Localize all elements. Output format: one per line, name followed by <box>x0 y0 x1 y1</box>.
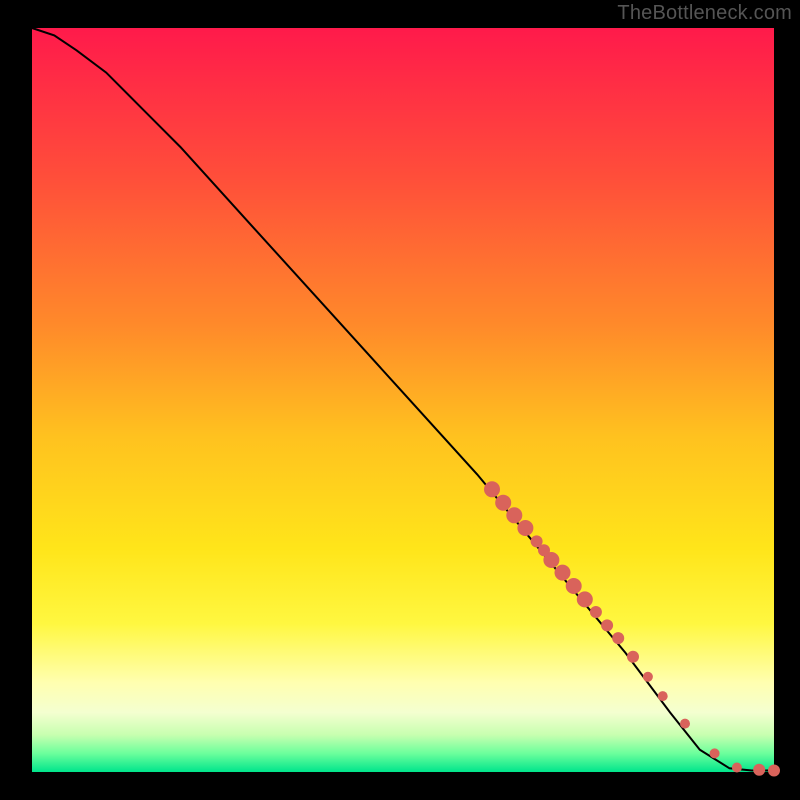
chart-svg <box>0 0 800 800</box>
scatter-dot <box>612 632 624 644</box>
scatter-dot <box>710 748 720 758</box>
plot-background <box>32 28 774 772</box>
scatter-dot <box>680 719 690 729</box>
scatter-dot <box>506 507 522 523</box>
scatter-dot <box>517 520 533 536</box>
watermark-text: TheBottleneck.com <box>617 2 792 25</box>
scatter-dot <box>601 619 613 631</box>
scatter-dot <box>590 606 602 618</box>
scatter-dot <box>753 764 765 776</box>
scatter-dot <box>577 591 593 607</box>
scatter-dot <box>658 691 668 701</box>
scatter-dot <box>495 495 511 511</box>
scatter-dot <box>732 763 742 773</box>
scatter-dot <box>484 481 500 497</box>
scatter-dot <box>627 651 639 663</box>
scatter-dot <box>643 672 653 682</box>
scatter-dot <box>555 565 571 581</box>
scatter-dot <box>543 552 559 568</box>
scatter-dot <box>768 765 780 777</box>
chart-frame: { "watermark": "TheBottleneck.com", "col… <box>0 0 800 800</box>
scatter-dot <box>566 578 582 594</box>
